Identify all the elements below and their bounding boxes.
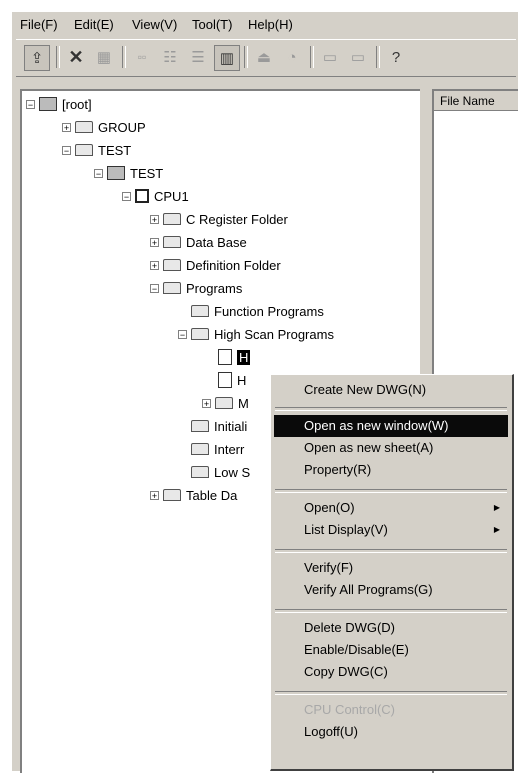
menu-item-open-as-new-sheet[interactable]: Open as new sheet(A) (274, 437, 508, 459)
tree-item-definition-folder[interactable]: + Definition Folder (150, 256, 281, 274)
tree-item-low-scan-programs[interactable]: Low S (191, 463, 250, 481)
list-view-icon[interactable]: ☰ (186, 45, 210, 69)
menu-item-property[interactable]: Property(R) (274, 459, 508, 481)
tree-item-test-controller[interactable]: − TEST (94, 164, 163, 182)
tree-item-test-folder[interactable]: − TEST (62, 141, 131, 159)
tree-item-drawing-2[interactable]: H (218, 371, 246, 389)
collapse-icon[interactable]: − (178, 329, 187, 339)
cpu-icon (135, 189, 149, 203)
tree-item-m-folder[interactable]: + M (202, 394, 249, 412)
tree-item-function-programs[interactable]: Function Programs (191, 302, 324, 320)
toolbar-separator (310, 46, 314, 68)
tree-item-high-scan-programs[interactable]: − High Scan Programs (178, 325, 334, 343)
tree-item-data-base[interactable]: + Data Base (150, 233, 247, 251)
expand-icon[interactable]: + (150, 490, 159, 500)
menu-item-cpu-control: CPU Control(C) (304, 702, 396, 717)
menu-edit[interactable]: Edit(E) (74, 17, 114, 32)
menu-item-verify[interactable]: Verify(F) (274, 557, 508, 579)
drawing-icon (218, 372, 232, 388)
delete-icon[interactable]: ✕ (64, 45, 88, 69)
menu-separator (275, 407, 507, 411)
large-icons-icon[interactable]: ▫▫ (130, 45, 154, 69)
menu-view[interactable]: View(V) (132, 17, 177, 32)
menu-item-open-as-new-window[interactable]: Open as new window(W) (274, 415, 508, 437)
drawing-icon (218, 349, 232, 365)
menu-item-enable-disable[interactable]: Enable/Disable(E) (274, 639, 508, 661)
folder-icon (191, 443, 209, 455)
menu-item-create-new-dwg[interactable]: Create New DWG(N) (274, 379, 508, 401)
expand-icon[interactable]: + (150, 214, 159, 224)
tree-item-table-data[interactable]: + Table Da (150, 486, 237, 504)
folder-icon (191, 328, 209, 340)
tree-item-cpu1[interactable]: − CPU1 (122, 187, 189, 205)
menu-item-logoff[interactable]: Logoff(U) (274, 721, 508, 743)
collapse-icon[interactable]: − (150, 283, 159, 293)
expand-icon[interactable]: + (150, 237, 159, 247)
menu-item-delete-dwg[interactable]: Delete DWG(D) (274, 617, 508, 639)
menu-separator (275, 691, 507, 695)
submenu-arrow-icon: ▶ (493, 503, 500, 512)
tree-item-root[interactable]: − [root] (26, 95, 92, 113)
unlink-icon[interactable]: ▭ (346, 45, 370, 69)
tree-item-group[interactable]: + GROUP (62, 118, 146, 136)
folder-icon (163, 213, 181, 225)
menu-tool[interactable]: Tool(T) (192, 17, 232, 32)
menu-bar: File(F) Edit(E) View(V) Tool(T) Help(H) (12, 12, 518, 36)
folder-icon (191, 420, 209, 432)
expand-icon[interactable]: + (62, 122, 71, 132)
import-icon[interactable]: ⏏ (252, 45, 276, 69)
collapse-icon[interactable]: − (26, 99, 35, 109)
tree-item-drawing-1[interactable]: H (218, 348, 251, 366)
network-icon (39, 97, 57, 111)
menu-item-list-display[interactable]: List Display(V) ▶ (274, 519, 508, 541)
tree-item-programs[interactable]: − Programs (150, 279, 242, 297)
toolbar: ⇪ ✕ ▦ ▫▫ ☷ ☰ ▥ ⏏ ◔ ▭ ▭ ? (16, 39, 516, 77)
help-icon[interactable]: ? (384, 45, 408, 69)
toolbar-separator (244, 46, 248, 68)
folder-icon (75, 144, 93, 156)
folder-icon (163, 489, 181, 501)
toolbar-separator (122, 46, 126, 68)
up-folder-icon[interactable]: ⇪ (24, 45, 50, 71)
folder-icon (75, 121, 93, 133)
details-view-icon[interactable]: ▥ (214, 45, 240, 71)
application-window: File(F) Edit(E) View(V) Tool(T) Help(H) … (10, 10, 518, 773)
tree-item-c-register-folder[interactable]: + C Register Folder (150, 210, 288, 228)
controller-icon (107, 166, 125, 180)
folder-icon (215, 397, 233, 409)
submenu-arrow-icon: ▶ (493, 525, 500, 534)
menu-help[interactable]: Help(H) (248, 17, 293, 32)
menu-separator (275, 549, 507, 553)
folder-icon (163, 259, 181, 271)
tree-item-interrupt-programs[interactable]: Interr (191, 440, 244, 458)
menu-file[interactable]: File(F) (20, 17, 58, 32)
expand-icon[interactable]: + (202, 398, 211, 408)
expand-icon[interactable]: + (150, 260, 159, 270)
link-icon[interactable]: ▭ (318, 45, 342, 69)
small-icons-icon[interactable]: ☷ (158, 45, 182, 69)
properties-icon[interactable]: ▦ (92, 45, 116, 69)
context-menu: Create New DWG(N) Open as new window(W) … (270, 374, 514, 771)
folder-icon (191, 466, 209, 478)
toolbar-separator (376, 46, 380, 68)
toolbar-separator (56, 46, 60, 68)
folder-icon (163, 236, 181, 248)
collapse-icon[interactable]: − (122, 191, 131, 201)
menu-separator (275, 489, 507, 493)
tree-item-initial-programs[interactable]: Initiali (191, 417, 247, 435)
menu-item-open[interactable]: Open(O) ▶ (274, 497, 508, 519)
menu-item-copy-dwg[interactable]: Copy DWG(C) (274, 661, 508, 683)
collapse-icon[interactable]: − (94, 168, 103, 178)
folder-icon (163, 282, 181, 294)
folder-icon (191, 305, 209, 317)
export-icon[interactable]: ◔ (280, 45, 304, 69)
column-header-file-name[interactable]: File Name (434, 91, 518, 111)
menu-item-verify-all-programs[interactable]: Verify All Programs(G) (274, 579, 508, 601)
collapse-icon[interactable]: − (62, 145, 71, 155)
menu-separator (275, 609, 507, 613)
